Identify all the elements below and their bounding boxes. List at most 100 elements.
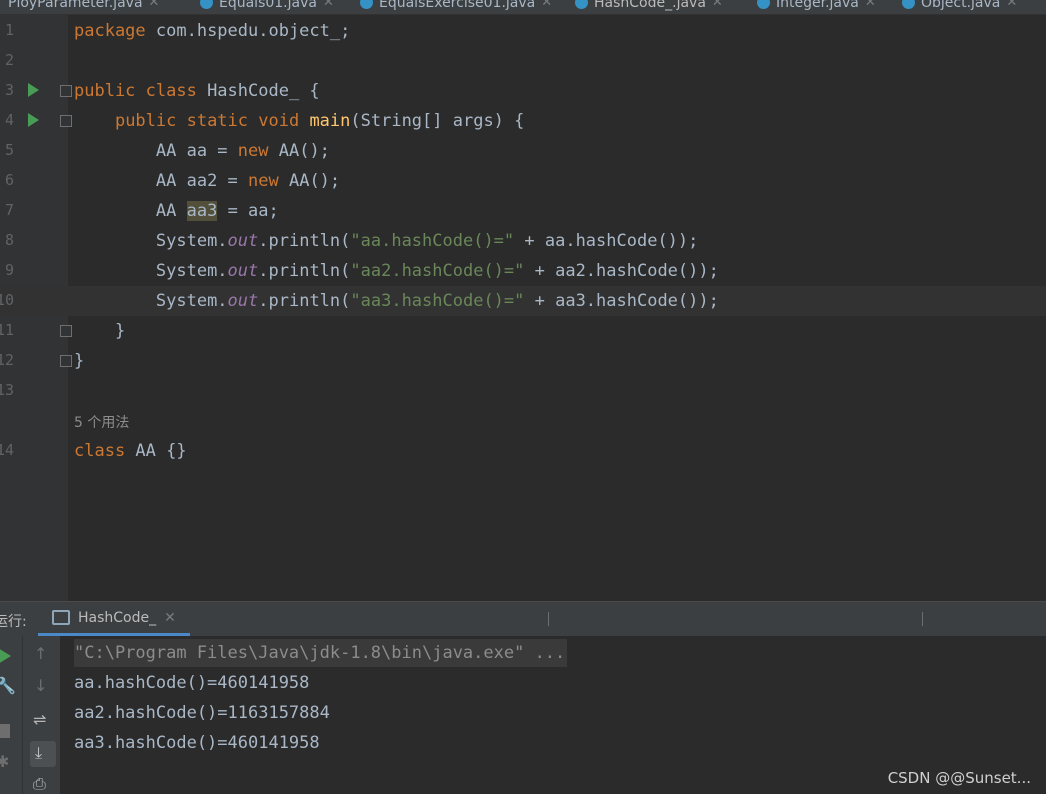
scroll-to-end-icon: ⤓ <box>35 743 43 762</box>
code-line[interactable]: 6 AA aa2 = new AA(); <box>0 166 1046 196</box>
highlighted-variable[interactable]: aa3 <box>186 201 218 221</box>
run-method-icon[interactable] <box>28 113 39 127</box>
code-text: } <box>114 321 126 341</box>
close-icon[interactable]: ✕ <box>149 0 160 13</box>
java-class-icon <box>757 0 770 9</box>
run-toolbar-left: 🔧 ✱ <box>0 636 22 794</box>
run-label: 运行: <box>0 614 27 630</box>
usages-hint-text[interactable]: 5 个用法 <box>74 412 129 432</box>
arrow-down-icon[interactable]: ↓ <box>34 676 47 695</box>
code-text: + aa.hashCode()); <box>514 231 699 251</box>
tab-ployparameter[interactable]: PloyParameter.java ✕ <box>8 0 159 14</box>
code-line[interactable]: 7 AA aa3 = aa; <box>0 196 1046 226</box>
tab-equals01[interactable]: Equals01.java ✕ <box>200 0 334 14</box>
line-number: 1 <box>4 21 14 39</box>
code-line[interactable]: 2 <box>0 46 1046 76</box>
line-number: 10 <box>0 291 14 309</box>
code-text: com.hspedu.object_; <box>145 21 351 41</box>
close-icon[interactable]: ✕ <box>164 610 176 626</box>
code-text: System. <box>155 231 228 251</box>
code-line[interactable]: 14 class AA {} <box>0 436 1046 466</box>
restore-layout-icon[interactable]: ✱ <box>0 752 9 771</box>
code-text: System. <box>155 261 228 281</box>
tab-integer[interactable]: Integer.java ✕ <box>757 0 876 14</box>
code-text: AA aa2 = <box>155 171 249 191</box>
code-string: "aa3.hashCode()=" <box>350 291 525 311</box>
code-text: .println( <box>258 231 351 251</box>
code-string: "aa2.hashCode()=" <box>350 261 525 281</box>
line-number: 2 <box>4 51 14 69</box>
code-line[interactable]: 4 public static void main(String[] args)… <box>0 106 1046 136</box>
code-static-field: out <box>227 231 259 251</box>
print-icon[interactable]: ⎙ <box>33 774 46 794</box>
run-header: 运行: HashCode_ ✕ <box>0 602 1046 636</box>
close-icon[interactable]: ✕ <box>865 0 876 13</box>
tab-object[interactable]: Object.java ✕ <box>902 0 1017 14</box>
code-text: AA(); <box>268 141 330 161</box>
code-editor[interactable]: 1 package com.hspedu.object_; 2 3 public… <box>0 15 1046 601</box>
run-tab-label: HashCode_ <box>78 609 157 626</box>
code-line[interactable]: 9 System.out.println("aa2.hashCode()=" +… <box>0 256 1046 286</box>
code-text: + aa3.hashCode()); <box>524 291 719 311</box>
run-tab-hashcode[interactable]: HashCode_ ✕ <box>38 602 190 636</box>
soft-wrap-icon[interactable]: ⇌ <box>33 710 46 729</box>
code-text: .println( <box>258 291 351 311</box>
output-line: aa3.hashCode()=460141958 <box>74 733 320 753</box>
code-keyword: class <box>74 441 126 461</box>
splitter[interactable] <box>548 612 549 626</box>
console-icon <box>52 610 70 625</box>
code-line[interactable]: 5 AA aa = new AA(); <box>0 136 1046 166</box>
code-line[interactable]: 13 <box>0 376 1046 406</box>
stop-icon[interactable] <box>0 724 10 738</box>
arrow-up-icon[interactable]: ↑ <box>34 644 47 663</box>
code-line[interactable]: 8 System.out.println("aa.hashCode()=" + … <box>0 226 1046 256</box>
code-text: AA(); <box>278 171 341 191</box>
tab-label: HashCode_.java <box>594 0 706 11</box>
fold-icon[interactable] <box>60 355 72 367</box>
console-output[interactable]: "C:\Program Files\Java\jdk-1.8\bin\java.… <box>74 638 568 758</box>
wrench-icon[interactable]: 🔧 <box>0 676 16 695</box>
code-line[interactable]: 3 public class HashCode_ { <box>0 76 1046 106</box>
code-text: = aa; <box>217 201 279 221</box>
code-static-field: out <box>227 291 259 311</box>
scroll-to-end-button[interactable] <box>30 741 56 767</box>
java-class-icon <box>902 0 915 9</box>
code-keyword: public static void <box>114 111 300 131</box>
code-static-field: out <box>227 261 259 281</box>
close-icon[interactable]: ✕ <box>1006 0 1017 13</box>
fold-icon[interactable] <box>60 115 72 127</box>
code-line-current[interactable]: 10 System.out.println("aa3.hashCode()=" … <box>0 286 1046 316</box>
line-number: 12 <box>0 351 14 369</box>
fold-icon[interactable] <box>60 325 72 337</box>
rerun-icon[interactable] <box>0 648 11 664</box>
code-text: AA {} <box>125 441 187 461</box>
run-class-icon[interactable] <box>28 83 39 97</box>
close-icon[interactable]: ✕ <box>541 0 552 13</box>
usages-inlay-hint[interactable]: 5 个用法 <box>0 406 1046 436</box>
tab-label: PloyParameter.java <box>8 0 143 11</box>
close-icon[interactable]: ✕ <box>712 0 723 13</box>
tab-label: Equals01.java <box>219 0 317 11</box>
fold-icon[interactable] <box>60 85 72 97</box>
command-line: "C:\Program Files\Java\jdk-1.8\bin\java.… <box>74 639 568 667</box>
code-keyword: new <box>248 171 279 191</box>
code-keyword: package <box>74 21 146 41</box>
code-text: System. <box>155 291 228 311</box>
code-text: } <box>74 351 85 371</box>
close-icon[interactable]: ✕ <box>323 0 334 13</box>
tab-equalsexercise01[interactable]: EqualsExercise01.java ✕ <box>360 0 552 14</box>
code-line[interactable]: 11 } <box>0 316 1046 346</box>
tab-hashcode[interactable]: HashCode_.java ✕ <box>575 0 723 14</box>
line-number: 7 <box>4 201 14 219</box>
splitter[interactable] <box>922 612 923 626</box>
code-keyword: new <box>237 141 269 161</box>
code-line[interactable]: 1 package com.hspedu.object_; <box>0 16 1046 46</box>
code-string: "aa.hashCode()=" <box>350 231 515 251</box>
code-text: AA <box>155 201 187 221</box>
output-line: aa2.hashCode()=1163157884 <box>74 703 330 723</box>
code-text: + aa2.hashCode()); <box>524 261 719 281</box>
tab-label: EqualsExercise01.java <box>379 0 536 11</box>
line-number: 4 <box>4 111 14 129</box>
code-line[interactable]: 12 } <box>0 346 1046 376</box>
run-toolbar-right: ↑ ↓ ⇌ ⤓ ⎙ <box>22 636 60 794</box>
